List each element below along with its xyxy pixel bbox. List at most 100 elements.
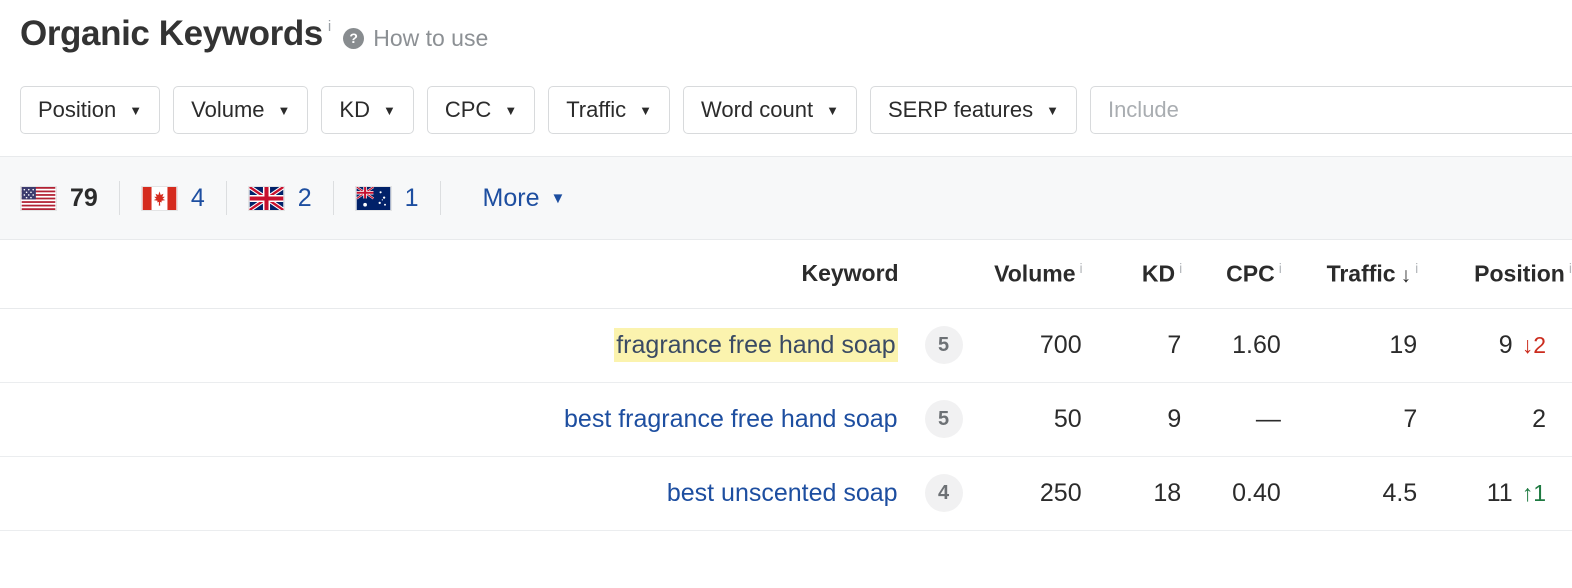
column-header-position-label: Position — [1474, 260, 1565, 287]
filter-cpc-label: CPC — [444, 97, 492, 122]
volume-cell: 50 — [963, 382, 1083, 457]
organic-keywords-table: Keyword Volume i KD i CPC i Traffic ↓ i Posit… — [0, 240, 1572, 531]
filter-serp-features-button[interactable]: SERP features ▼ — [869, 86, 1077, 134]
keyword-cell: best fragrance free hand soap — [0, 382, 899, 457]
chevron-down-icon: ▼ — [277, 102, 291, 118]
ca-flag-icon — [140, 185, 178, 211]
country-count-us: 79 — [70, 184, 98, 212]
divider — [332, 181, 334, 215]
country-item-au[interactable]: 1 — [354, 184, 419, 212]
include-filter[interactable] — [1089, 86, 1572, 134]
column-header-volume-label: Volume — [994, 260, 1076, 287]
keyword-link[interactable]: fragrance free hand soap — [614, 327, 898, 362]
position-cell: 11 ↑1 — [1418, 456, 1572, 531]
word-count-badge: 4 — [924, 474, 963, 512]
position-value: 9 — [1498, 330, 1513, 359]
column-header-kd-label: KD — [1141, 260, 1176, 287]
filter-serp-features-label: SERP features — [887, 97, 1034, 122]
position-cell: 9 ↓2 — [1418, 308, 1572, 383]
cpc-cell: — — [1182, 382, 1282, 457]
page-title: Organic Keywords — [20, 14, 323, 53]
keyword-link[interactable]: best fragrance free hand soap — [564, 405, 898, 433]
title-info-marker[interactable]: i — [328, 13, 331, 34]
keyword-cell: fragrance free hand soap — [0, 308, 899, 383]
position-value: 2 — [1532, 404, 1546, 433]
position-change-value: 1 — [1533, 479, 1546, 506]
column-header-keyword[interactable]: Keyword — [0, 240, 899, 309]
info-icon[interactable]: i — [1415, 260, 1418, 276]
traffic-cell: 7 — [1281, 382, 1419, 457]
how-to-use-link[interactable]: ? How to use — [343, 13, 488, 51]
divider — [439, 181, 441, 215]
more-countries-label: More — [482, 183, 540, 212]
filter-kd-label: KD — [339, 97, 370, 122]
filter-cpc-button[interactable]: CPC ▼ — [426, 86, 536, 134]
word-count-cell: 4 — [898, 456, 964, 531]
kd-cell: 7 — [1082, 308, 1183, 383]
info-icon[interactable]: i — [1179, 260, 1182, 276]
au-flag-icon — [354, 185, 392, 211]
arrow-down-icon: ↓ — [1521, 331, 1534, 358]
chevron-down-icon: ▼ — [826, 102, 839, 118]
filter-word-count-button[interactable]: Word count ▼ — [682, 86, 857, 134]
country-item-us[interactable]: 79 — [20, 184, 98, 212]
word-count-cell: 5 — [898, 308, 964, 383]
filter-volume-button[interactable]: Volume ▼ — [173, 86, 309, 134]
chevron-down-icon: ▼ — [639, 102, 652, 118]
filter-position-label: Position — [38, 97, 117, 122]
filter-traffic-button[interactable]: Traffic ▼ — [548, 86, 670, 134]
country-item-gb[interactable]: 2 — [247, 184, 312, 212]
kd-cell: 18 — [1082, 456, 1183, 531]
column-header-word-count — [898, 240, 964, 309]
column-header-position[interactable]: Position i — [1418, 240, 1572, 309]
column-header-keyword-label: Keyword — [801, 260, 899, 287]
how-to-use-label: How to use — [373, 25, 489, 51]
filter-volume-label: Volume — [191, 97, 265, 122]
filter-bar: Position ▼ Volume ▼ KD ▼ CPC ▼ Traffic ▼… — [0, 72, 1572, 142]
table-row: fragrance free hand soap 5 700 7 1.60 19… — [0, 308, 1572, 383]
question-mark-icon: ? — [343, 27, 365, 49]
more-countries-button[interactable]: More ▼ — [483, 184, 566, 213]
filter-word-count-label: Word count — [700, 97, 814, 122]
position-cell: 2 — [1418, 382, 1572, 457]
table-header-row: Keyword Volume i KD i CPC i Traffic ↓ i Posit… — [0, 240, 1572, 309]
chevron-down-icon: ▼ — [550, 189, 566, 207]
column-header-volume[interactable]: Volume i — [963, 240, 1083, 309]
sort-descending-icon[interactable]: ↓ — [1401, 264, 1412, 287]
column-header-kd[interactable]: KD i — [1082, 240, 1183, 309]
info-icon[interactable]: i — [1080, 260, 1083, 276]
position-value: 11 — [1486, 478, 1513, 507]
cpc-cell: 0.40 — [1182, 456, 1282, 531]
word-count-badge: 5 — [924, 400, 963, 438]
arrow-up-icon: ↑ — [1521, 479, 1534, 506]
info-icon[interactable]: i — [1279, 260, 1282, 276]
position-change-up: ↑1 — [1522, 480, 1546, 506]
filter-kd-button[interactable]: KD ▼ — [321, 86, 414, 134]
column-header-cpc-label: CPC — [1226, 260, 1275, 287]
cpc-cell: 1.60 — [1182, 308, 1282, 383]
volume-cell: 250 — [963, 456, 1083, 531]
position-change-down: ↓2 — [1522, 332, 1546, 358]
us-flag-icon — [20, 185, 57, 211]
table-row: best fragrance free hand soap 5 50 9 — 7… — [0, 382, 1572, 457]
traffic-cell: 4.5 — [1281, 456, 1419, 531]
chevron-down-icon: ▼ — [129, 102, 143, 118]
chevron-down-icon: ▼ — [382, 102, 396, 118]
column-header-traffic[interactable]: Traffic ↓ i — [1281, 240, 1419, 309]
include-input[interactable] — [1107, 97, 1566, 123]
country-count-ca: 4 — [190, 184, 205, 212]
kd-cell: 9 — [1082, 382, 1183, 457]
volume-cell: 700 — [963, 308, 1083, 383]
chevron-down-icon: ▼ — [504, 102, 518, 118]
filter-position-button[interactable]: Position ▼ — [20, 86, 161, 134]
column-header-cpc[interactable]: CPC i — [1182, 240, 1282, 309]
chevron-down-icon: ▼ — [1046, 102, 1059, 118]
keyword-link[interactable]: best unscented soap — [667, 479, 898, 507]
country-item-ca[interactable]: 4 — [140, 184, 205, 212]
country-count-gb: 2 — [297, 184, 312, 212]
divider — [118, 181, 120, 215]
filter-traffic-label: Traffic — [566, 97, 627, 122]
word-count-cell: 5 — [898, 382, 964, 457]
keyword-cell: best unscented soap — [0, 456, 899, 531]
traffic-cell: 19 — [1281, 308, 1419, 383]
